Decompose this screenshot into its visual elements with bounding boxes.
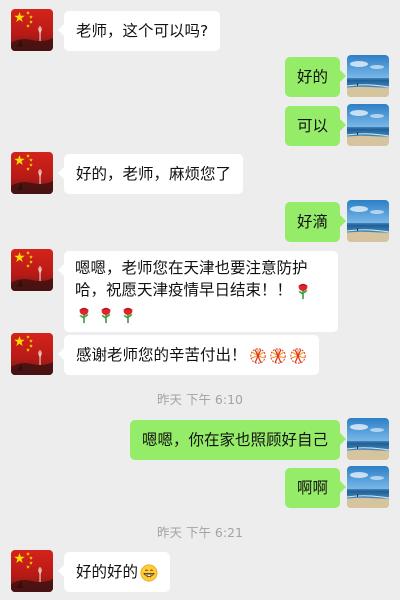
rose-emoji (294, 282, 312, 300)
rose-emoji (75, 306, 93, 324)
rose-emoji (97, 306, 115, 324)
incoming-message[interactable]: 嗯嗯，老师您在天津也要注意防护 哈，祝愿天津疫情早日结束！！ (58, 251, 338, 332)
timestamp: 昨天 下午 6:21 (156, 525, 244, 540)
contact-avatar[interactable] (11, 9, 53, 51)
message-text: 嗯嗯，你在家也照顾好自己 (141, 431, 328, 449)
message-text: 好滴 (296, 213, 328, 231)
incoming-message[interactable]: 感谢老师您的辛苦付出！ (58, 335, 319, 375)
self-avatar[interactable] (347, 104, 389, 146)
incoming-message[interactable]: 好的好的 (57, 552, 171, 592)
message-text: 哈，祝愿天津疫情早日结束！！ (75, 281, 293, 299)
outgoing-message[interactable]: 可以 (284, 106, 347, 146)
message-text: 好的，老师，麻烦您了 (76, 165, 232, 183)
outgoing-message[interactable]: 啊啊 (284, 468, 347, 508)
self-avatar[interactable] (347, 55, 389, 97)
message-text-line: 哈，祝愿天津疫情早日结束！！ (75, 279, 327, 301)
emoji-line (75, 303, 327, 325)
outgoing-message[interactable]: 嗯嗯，你在家也照顾好自己 (129, 420, 347, 460)
message-text: 感谢老师您的辛苦付出！ (76, 346, 247, 364)
self-avatar[interactable] (347, 200, 389, 242)
contact-avatar[interactable] (11, 152, 53, 194)
chat-area[interactable]: 老师，这个可以吗? 好的 可以 好的，老师，麻烦您了 好滴 嗯嗯，老师您在天津也… (0, 0, 400, 600)
contact-avatar[interactable] (11, 333, 53, 375)
grinning-emoji (140, 564, 158, 582)
message-text-line: 嗯嗯，老师您在天津也要注意防护 (75, 259, 308, 277)
message-text: 好的 (296, 68, 328, 86)
timestamp: 昨天 下午 6:10 (156, 392, 244, 407)
self-avatar[interactable] (347, 418, 389, 460)
incoming-message[interactable]: 老师，这个可以吗? (57, 11, 221, 51)
message-text: 老师，这个可以吗? (76, 22, 209, 40)
outgoing-message[interactable]: 好滴 (284, 202, 347, 242)
rose-emoji (119, 306, 137, 324)
message-text: 可以 (296, 117, 328, 135)
contact-avatar[interactable] (11, 550, 53, 592)
firecracker-emoji (249, 347, 267, 365)
outgoing-message[interactable]: 好的 (284, 57, 347, 97)
message-text: 啊啊 (296, 479, 328, 497)
self-avatar[interactable] (347, 466, 389, 508)
contact-avatar[interactable] (11, 249, 53, 291)
firecracker-emoji (269, 347, 287, 365)
incoming-message[interactable]: 好的，老师，麻烦您了 (57, 154, 244, 194)
message-text: 好的好的 (76, 563, 139, 581)
firecracker-emoji (289, 347, 307, 365)
